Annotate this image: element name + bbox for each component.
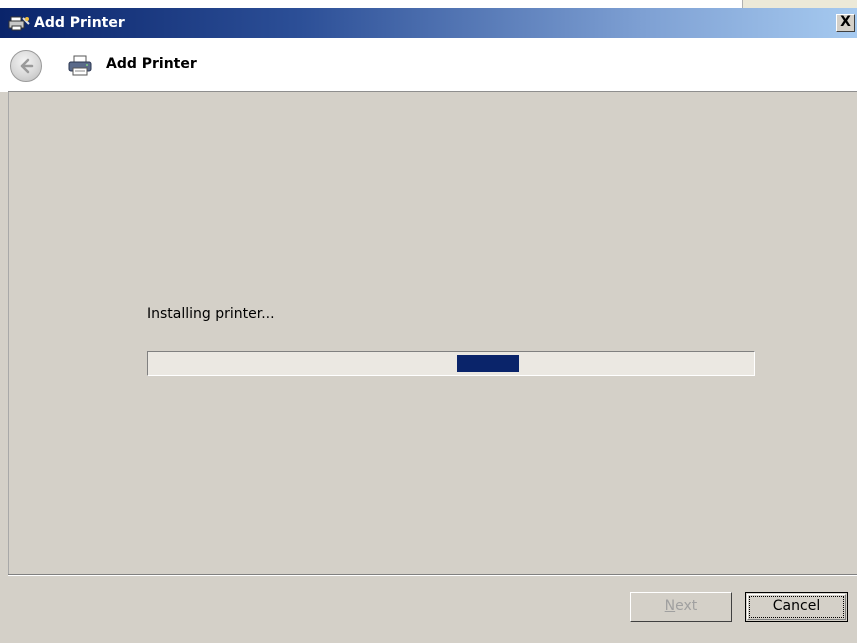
page-title: Add Printer: [106, 56, 197, 72]
footer-divider-highlight: [8, 575, 857, 576]
back-arrow-icon: [20, 58, 34, 74]
printer-icon: [67, 55, 93, 77]
close-button[interactable]: X: [836, 14, 855, 32]
desktop-background: [0, 0, 857, 8]
next-button[interactable]: Next: [630, 592, 732, 622]
status-text: Installing printer...: [147, 306, 275, 322]
cancel-button-label: Cancel: [772, 598, 821, 614]
next-button-label: Next: [664, 598, 698, 614]
wizard-content: [8, 92, 857, 574]
progress-marquee-block: [457, 355, 519, 372]
close-icon: X: [840, 14, 851, 30]
cancel-button[interactable]: Cancel: [745, 592, 848, 622]
title-bar[interactable]: Add Printer X: [0, 8, 857, 38]
back-button[interactable]: [10, 50, 42, 82]
wizard-header: Add Printer: [0, 38, 857, 92]
progress-bar: [147, 351, 755, 376]
window-title: Add Printer: [34, 15, 125, 31]
printer-wizard-icon: [8, 15, 30, 31]
content-edge: [8, 92, 9, 574]
